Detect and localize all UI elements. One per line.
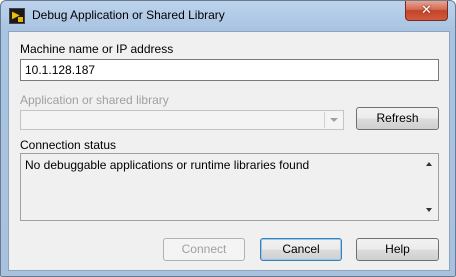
application-label: Application or shared library bbox=[20, 93, 169, 107]
cancel-button[interactable]: Cancel bbox=[260, 238, 342, 261]
dialog-client-area: Machine name or IP address 10.1.128.187 … bbox=[8, 31, 450, 271]
title-bar[interactable]: ▶ Debug Application or Shared Library ✕ bbox=[1, 1, 455, 31]
chevron-down-icon[interactable] bbox=[324, 112, 342, 128]
scroll-down-icon[interactable] bbox=[426, 208, 432, 212]
dialog-window: ▶ Debug Application or Shared Library ✕ … bbox=[0, 0, 456, 277]
vertical-scrollbar[interactable] bbox=[421, 154, 438, 220]
connect-button[interactable]: Connect bbox=[163, 238, 245, 261]
connection-status-message: No debuggable applications or runtime li… bbox=[25, 158, 310, 172]
scroll-up-icon[interactable] bbox=[426, 162, 432, 166]
connection-status-label: Connection status bbox=[20, 138, 117, 152]
machine-name-label: Machine name or IP address bbox=[20, 42, 174, 56]
machine-name-value: 10.1.128.187 bbox=[25, 63, 96, 77]
application-select[interactable] bbox=[20, 110, 344, 130]
refresh-button[interactable]: Refresh bbox=[356, 107, 439, 130]
window-title: Debug Application or Shared Library bbox=[32, 8, 225, 22]
close-button[interactable]: ✕ bbox=[405, 1, 448, 21]
labview-app-icon: ▶ bbox=[9, 8, 25, 24]
machine-name-input[interactable]: 10.1.128.187 bbox=[20, 59, 439, 81]
close-icon: ✕ bbox=[421, 3, 432, 18]
connection-status-box: No debuggable applications or runtime li… bbox=[20, 153, 439, 221]
help-button[interactable]: Help bbox=[356, 238, 439, 261]
